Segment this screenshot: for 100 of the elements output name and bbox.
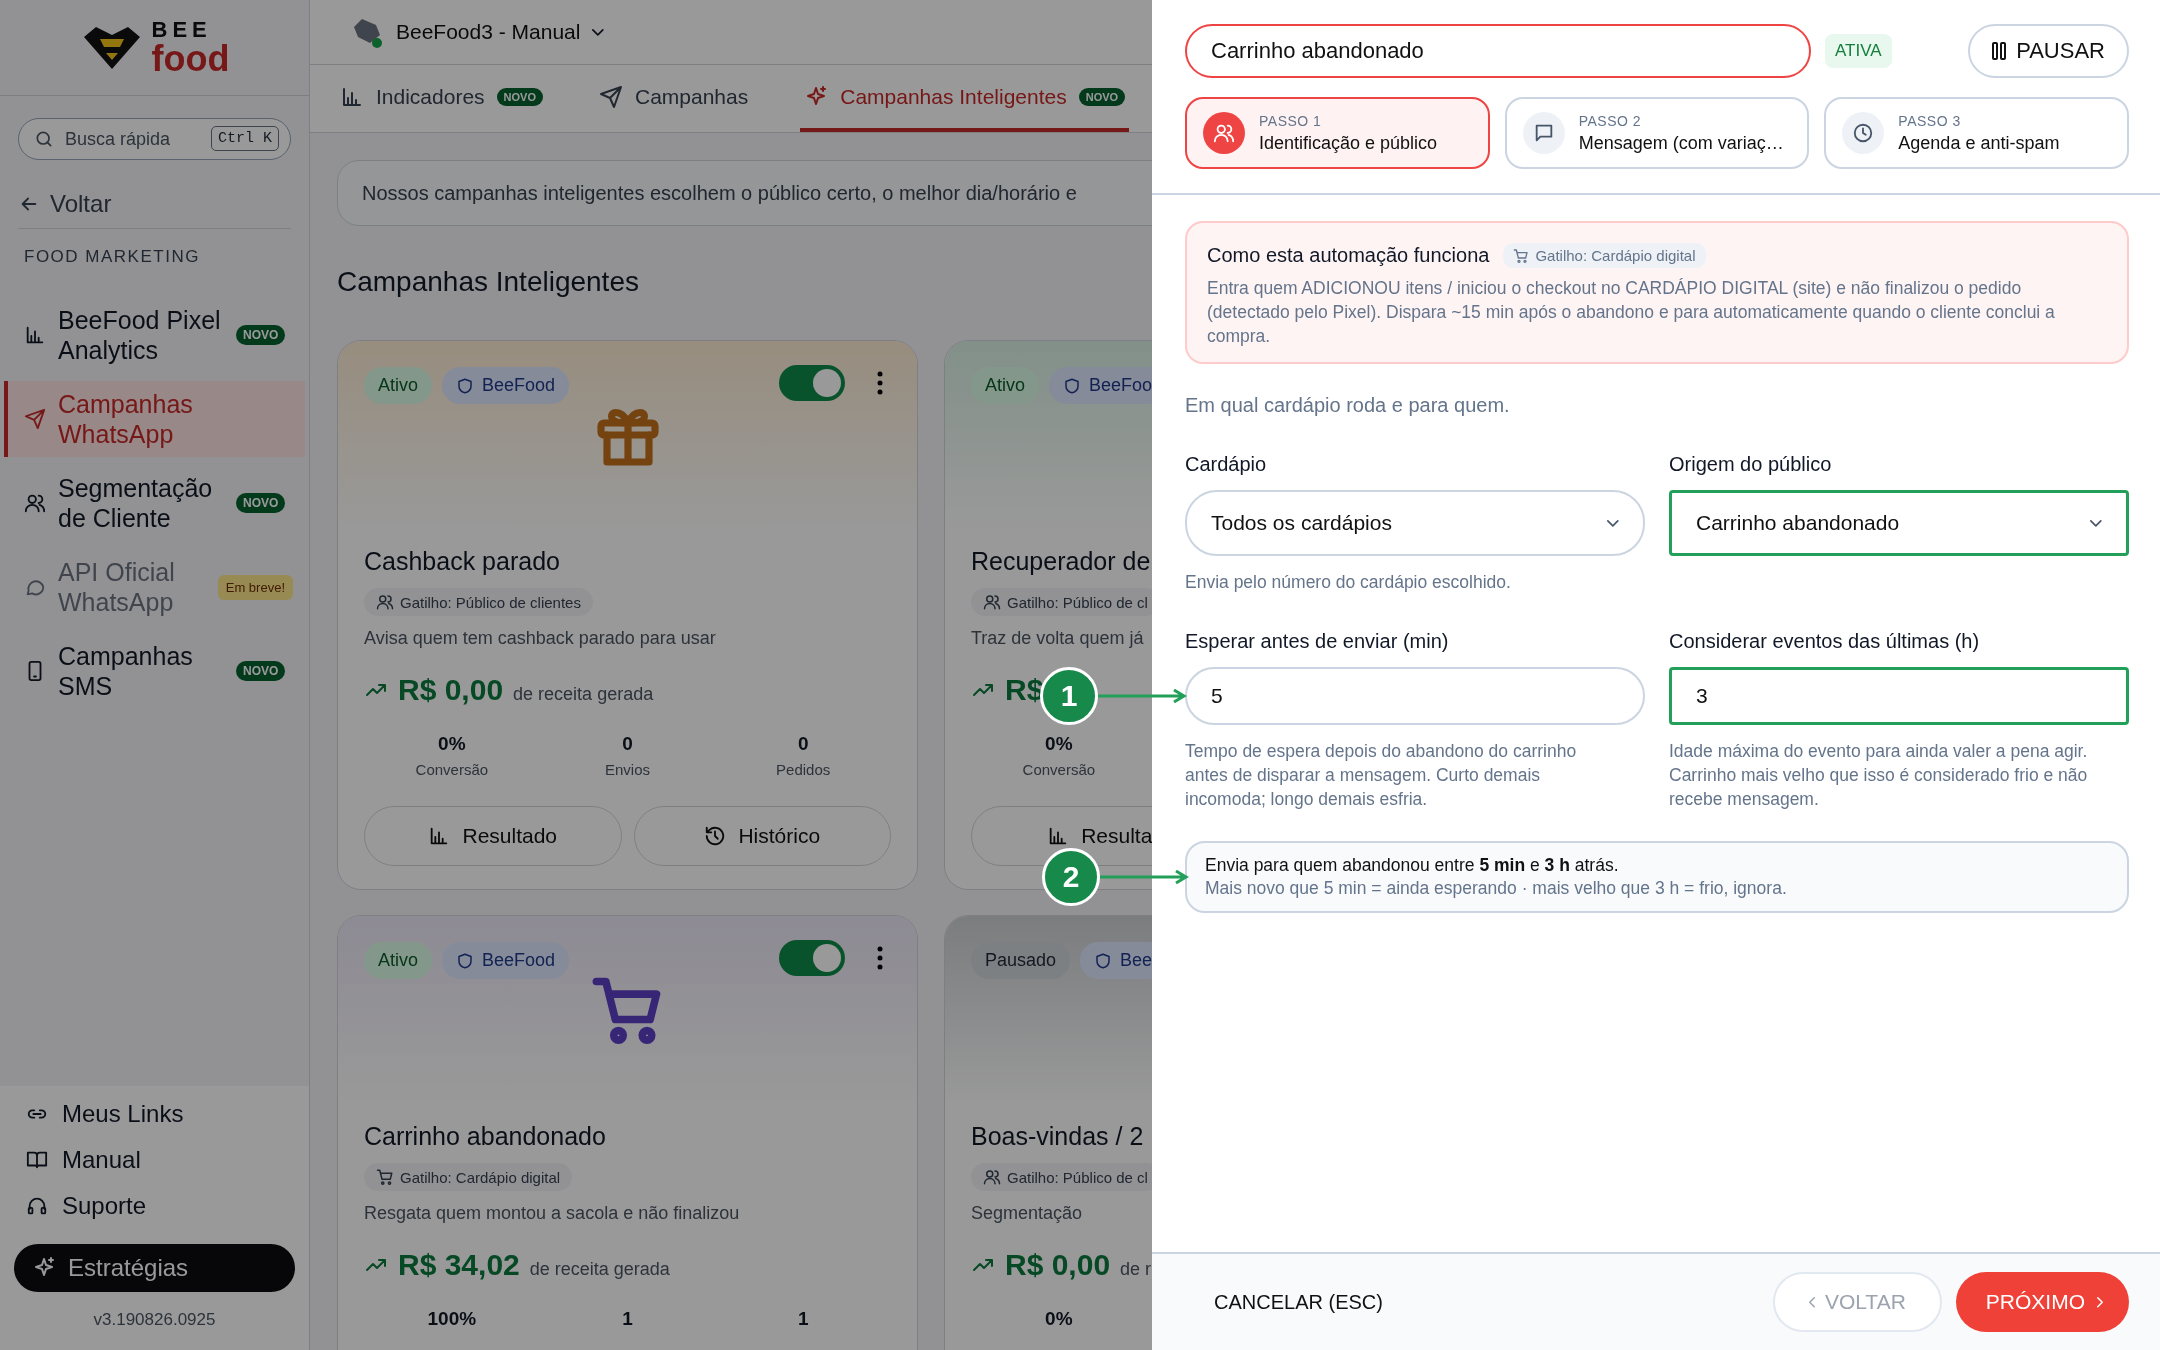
- clock-icon: [1852, 122, 1875, 144]
- status-badge: ATIVA: [1825, 34, 1892, 68]
- step-tab[interactable]: PASSO 3 Agenda e anti-spam: [1824, 97, 2129, 169]
- name-field[interactable]: Carrinho abandonado: [1185, 24, 1811, 78]
- history-icon: [704, 825, 727, 847]
- cart-icon: [376, 1168, 394, 1186]
- owner-chip: BeeFoo: [1049, 367, 1152, 404]
- card-title: Recuperador de: [971, 547, 1152, 576]
- users-icon: [1213, 122, 1235, 144]
- shield-icon: [1094, 951, 1113, 970]
- search-icon: [34, 129, 54, 149]
- card-title: Boas-vindas / 2: [971, 1122, 1145, 1151]
- status-chip: Ativo: [364, 942, 433, 979]
- stat-label: Conversão: [415, 761, 489, 778]
- help-text: Envia pelo número do cardápio escolhido.: [1185, 571, 1512, 594]
- stat-label: Pedidos: [776, 761, 831, 778]
- sidebar-link[interactable]: Meus Links: [14, 1100, 295, 1128]
- badge: NOVO: [1078, 87, 1126, 106]
- tab[interactable]: Indicadores NOVO: [336, 65, 547, 132]
- pause-icon: [1992, 42, 2007, 60]
- bar-chart-icon: [24, 324, 46, 346]
- field-label: Considerar eventos das últimas (h): [1669, 630, 1981, 653]
- stat-value: 100%: [427, 1308, 477, 1330]
- badge: Em breve!: [217, 574, 293, 600]
- badge: NOVO: [236, 325, 286, 345]
- trigger-chip: Gatilho: Público de clientes: [364, 588, 593, 616]
- card-description: Traz de volta quem já: [971, 628, 1145, 649]
- banner-text: Nossos campanhas inteligentes escolhem o público certo, o melhor dia/horário e: [362, 181, 1077, 205]
- tab[interactable]: Campanhas Inteligentes NOVO: [800, 65, 1130, 132]
- select-field[interactable]: Carrinho abandonado: [1669, 490, 2129, 556]
- toggle-switch[interactable]: [779, 940, 845, 976]
- number-field[interactable]: 5: [1185, 667, 1645, 725]
- users-icon: [376, 593, 394, 611]
- trigger-chip: Gatilho: Cardápio digital: [364, 1163, 573, 1191]
- sidebar-item[interactable]: Segmentação de Cliente NOVO: [4, 465, 305, 541]
- card-description: Segmentação: [971, 1203, 1084, 1224]
- help-text: Tempo de espera depois do abandono do carrinho antes de disparar a mensagem. Curto demais incomoda; longo demais esfria.: [1185, 740, 1578, 811]
- revenue-label: de receita gerada: [529, 1259, 670, 1280]
- users-icon: [983, 593, 1001, 611]
- stat-value: 0: [797, 733, 809, 755]
- toggle-switch[interactable]: [779, 365, 845, 401]
- sidebar-item[interactable]: BeeFood Pixel Analytics NOVO: [4, 297, 305, 373]
- select-field[interactable]: Todos os cardápios: [1185, 490, 1645, 556]
- number-field[interactable]: 3: [1669, 667, 2129, 725]
- users-icon: [24, 492, 46, 514]
- revenue-label: de r: [1120, 1259, 1152, 1280]
- card-title: Cashback parado: [364, 547, 561, 576]
- status-chip: Ativo: [364, 367, 433, 404]
- owner-chip: BeeFood: [442, 367, 570, 404]
- stat-value: 1: [797, 1308, 809, 1330]
- owner-chip: Bee: [1080, 942, 1152, 979]
- trigger-chip: Gatilho: Cardápio digital: [1503, 243, 1706, 268]
- badge: NOVO: [236, 493, 286, 513]
- more-icon[interactable]: [877, 946, 883, 970]
- badge: NOVO: [496, 87, 543, 106]
- card-description: Resgata quem montou a sacola e não finalizou: [364, 1203, 741, 1224]
- sidebar-link[interactable]: Manual: [14, 1146, 295, 1174]
- card-description: Avisa quem tem cashback parado para usar: [364, 628, 717, 649]
- paper-plane-icon: [24, 408, 46, 430]
- back-link[interactable]: Voltar: [18, 190, 291, 229]
- field-label: Origem do público: [1669, 453, 1833, 476]
- summary-note: Mais novo que 5 min = ainda esperando · mais velho que 3 h = frio, ignora.: [1205, 878, 1788, 899]
- sidebar-item[interactable]: Campanhas SMS NOVO: [4, 633, 305, 709]
- headset-icon: [26, 1195, 48, 1217]
- step-tab[interactable]: PASSO 2 Mensagem (com variaç…: [1504, 97, 1810, 169]
- shortcut-key: Ctrl K: [211, 126, 279, 151]
- paper-plane-icon: [599, 84, 623, 109]
- next-button[interactable]: PRÓXIMO: [1955, 1272, 2129, 1332]
- tab[interactable]: Campanhas: [595, 65, 753, 132]
- history-button[interactable]: Histórico: [633, 806, 891, 866]
- sidebar-link[interactable]: Suporte: [14, 1192, 295, 1220]
- users-icon: [983, 1168, 1001, 1186]
- section-intro: Em qual cardápio roda e para quem.: [1185, 394, 1511, 417]
- revenue-label: de receita gerada: [513, 684, 654, 705]
- shield-icon: [456, 951, 475, 970]
- help-text: Idade máxima do evento para ainda valer a pena agir. Carrinho mais velho que isso é considerado frio e não recebe mensagem.: [1669, 740, 2089, 811]
- info-text: Entra quem ADICIONOU itens / iniciou o checkout no CARDÁPIO DIGITAL (site) e não finalizou o pedido (detectado pelo Pixel). Dispara ~15 min após o abandono e para automaticamente quando o cliente conclui a compra.: [1207, 277, 2056, 348]
- cancel-button[interactable]: CANCELAR (ESC): [1214, 1290, 1383, 1314]
- strategies-button[interactable]: Estratégias: [14, 1244, 295, 1292]
- stat-value: 0%: [1045, 733, 1073, 755]
- badge: NOVO: [236, 661, 286, 681]
- result-button[interactable]: Resultado: [364, 806, 622, 866]
- chevron-left-icon: [1808, 1296, 1815, 1308]
- chevron-down-icon: [2090, 519, 2102, 527]
- revenue-value: R$ 34,02: [398, 1248, 520, 1282]
- workspace-name[interactable]: BeeFood3 - Manual: [396, 20, 581, 44]
- step-tab[interactable]: PASSO 1 Identificação e público: [1185, 97, 1490, 169]
- stat-value: 0%: [438, 733, 466, 755]
- chevron-down-icon: [592, 28, 605, 36]
- book-icon: [26, 1149, 48, 1171]
- logo-text: BEE: [151, 18, 213, 41]
- summary-text: Envia para quem abandonou entre 5 min e 3 h atrás.: [1205, 855, 1620, 876]
- version-text: v3.190826.0925: [92, 1310, 217, 1330]
- trigger-chip: Gatilho: Público de cl: [971, 1163, 1152, 1191]
- result-button[interactable]: Resulta: [971, 806, 1152, 866]
- stat-value: 0%: [1045, 1308, 1073, 1330]
- logo-text: food: [151, 40, 230, 77]
- more-icon[interactable]: [877, 371, 883, 395]
- stat-value: 1: [622, 1308, 633, 1330]
- pause-button[interactable]: PAUSAR: [1968, 24, 2129, 78]
